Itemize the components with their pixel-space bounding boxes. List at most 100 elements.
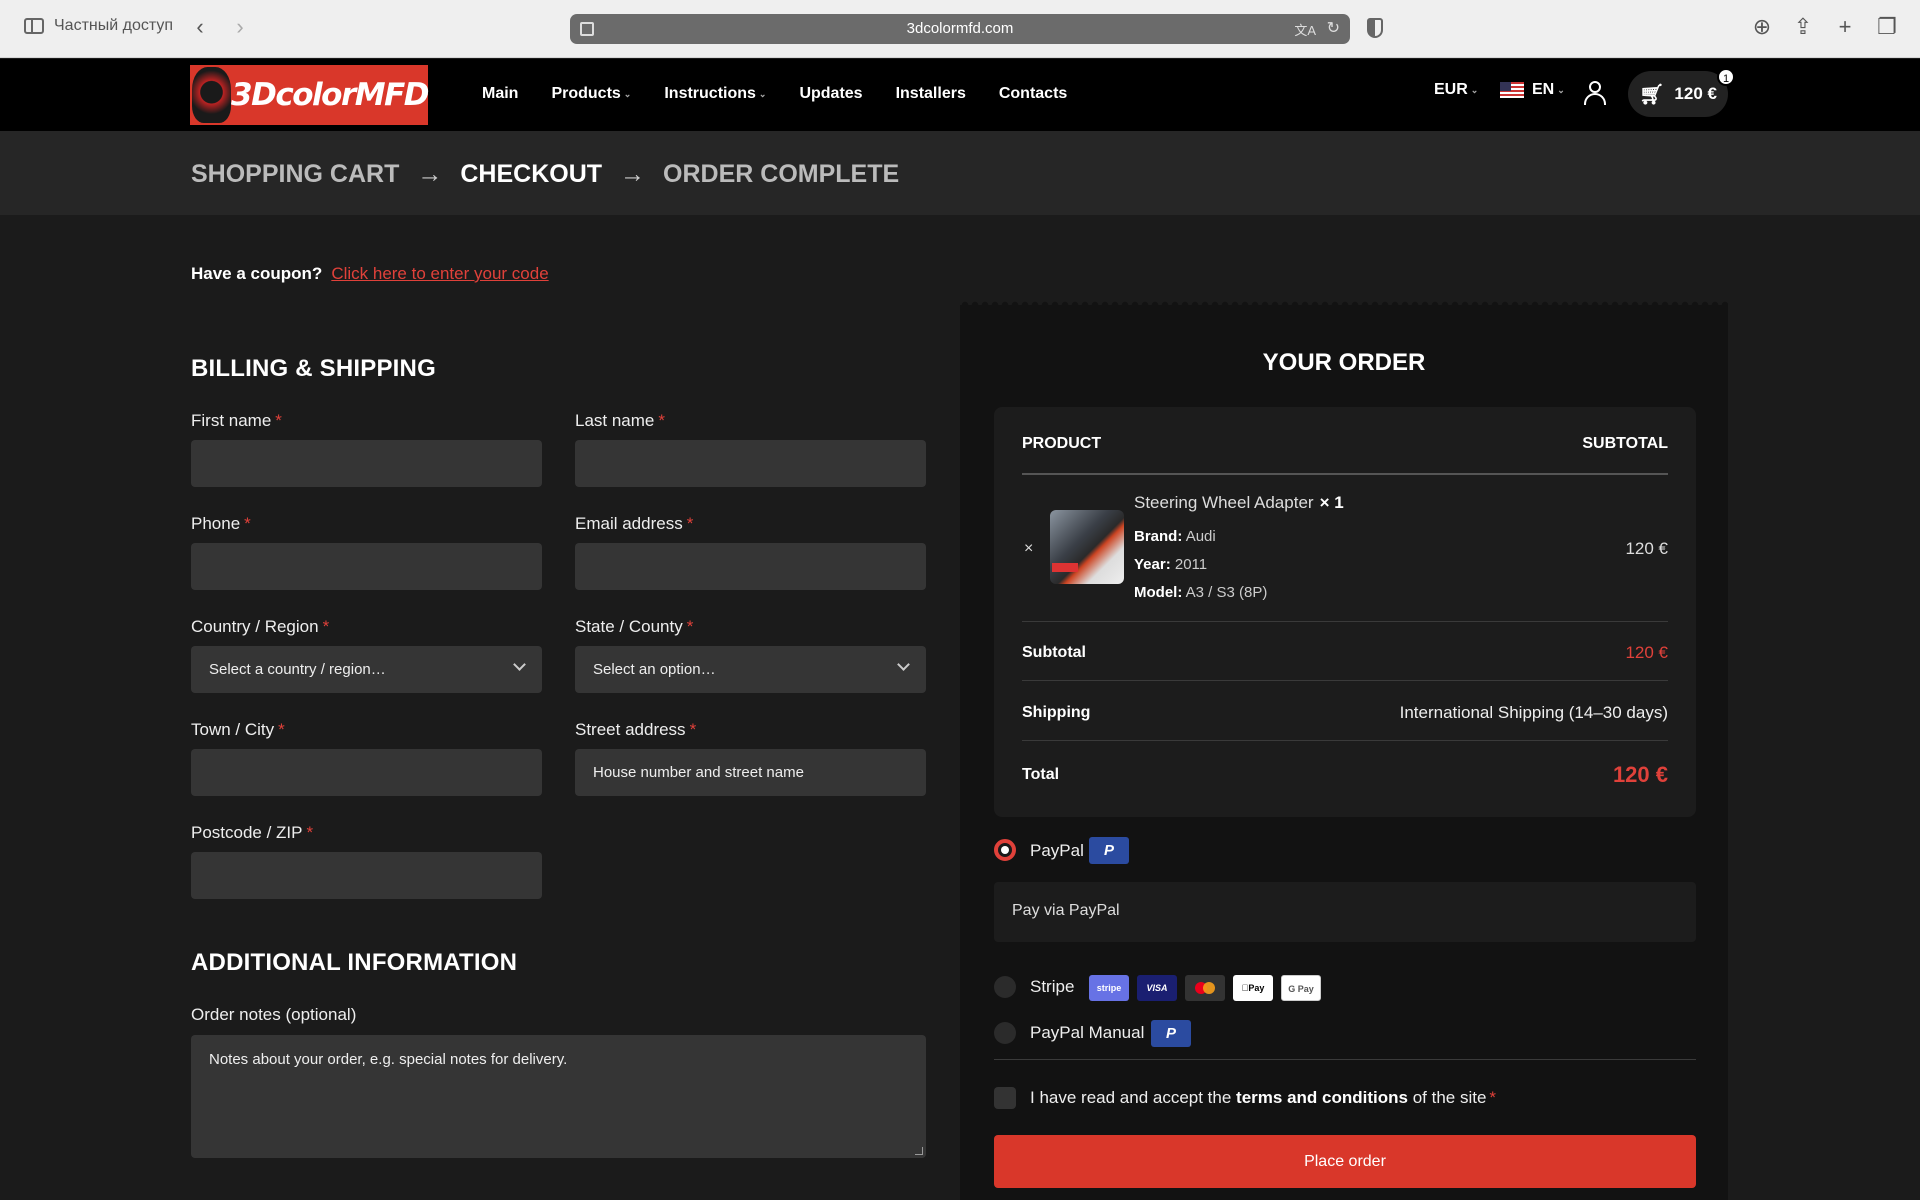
postcode-field[interactable] — [191, 852, 542, 899]
chevron-down-icon: ⌄ — [758, 88, 767, 99]
first-name-field[interactable] — [191, 440, 542, 487]
cart-icon: 🛒︎ — [1639, 83, 1665, 106]
order-review-panel: YOUR ORDER PRODUCT SUBTOTAL × Steering W… — [960, 299, 1728, 1200]
country-select[interactable]: Select a country / region… — [191, 646, 542, 693]
email-label: Email address * — [575, 514, 694, 533]
order-notes-field[interactable]: Notes about your order, e.g. special not… — [191, 1035, 926, 1158]
paypal-manual-radio[interactable] — [994, 1022, 1016, 1044]
forward-icon[interactable]: › — [228, 14, 252, 40]
paypal-description-text: Pay via PayPal — [1012, 902, 1120, 919]
place-order-button[interactable]: Place order — [994, 1135, 1696, 1188]
language-label: EN — [1532, 81, 1555, 98]
back-icon[interactable]: ‹ — [188, 14, 212, 40]
paypal-radio[interactable] — [994, 839, 1016, 861]
state-select[interactable]: Select an option… — [575, 646, 926, 693]
shipping-label: Shipping — [1022, 704, 1091, 721]
share-icon[interactable]: ⇪ — [1790, 14, 1816, 40]
header-divider — [1022, 473, 1668, 475]
us-flag-icon — [1500, 82, 1524, 98]
visa-icon: VISA — [1137, 975, 1177, 1001]
email-field[interactable] — [575, 543, 926, 590]
order-notes-placeholder: Notes about your order, e.g. special not… — [209, 1051, 568, 1068]
country-label: Country / Region * — [191, 617, 330, 636]
nav-updates[interactable]: Updates — [799, 85, 862, 103]
row-divider — [1022, 621, 1668, 622]
reload-icon[interactable]: ↻ — [1327, 18, 1340, 38]
product-name: Steering Wheel Adapter × 1 — [1134, 493, 1344, 513]
country-select-value: Select a country / region… — [209, 661, 386, 678]
subtotal-value: 120 € — [1625, 643, 1668, 662]
apple-pay-icon: Pay — [1233, 975, 1273, 1001]
town-field[interactable] — [191, 749, 542, 796]
paypal-description: Pay via PayPal — [994, 882, 1696, 942]
nav-installers[interactable]: Installers — [896, 85, 966, 103]
account-icon[interactable] — [1584, 81, 1606, 105]
stripe-radio[interactable] — [994, 976, 1016, 998]
translate-icon[interactable]: 文A — [1294, 20, 1316, 39]
cart-total: 120 € — [1674, 84, 1717, 103]
terms-text: I have read and accept the terms and con… — [1030, 1088, 1497, 1107]
download-icon[interactable]: ⊕ — [1749, 14, 1775, 40]
step-order-complete: ORDER COMPLETE — [663, 160, 900, 188]
nav-label: Instructions — [664, 85, 756, 102]
phone-label: Phone * — [191, 514, 251, 533]
step-shopping-cart[interactable]: SHOPPING CART — [191, 160, 399, 189]
privacy-shield-icon[interactable] — [1367, 18, 1383, 38]
terms-link[interactable]: terms and conditions — [1236, 1088, 1408, 1107]
product-model: Model: A3 / S3 (8P) — [1134, 584, 1268, 601]
col-subtotal: SUBTOTAL — [1582, 435, 1668, 452]
paypal-manual-label[interactable]: PayPal Manual — [1030, 1023, 1144, 1043]
language-switcher[interactable]: EN ⌄ — [1500, 81, 1565, 99]
cart-button[interactable]: 🛒︎ 120 € — [1628, 71, 1728, 117]
new-tab-icon[interactable]: + — [1832, 14, 1858, 40]
chevron-down-icon — [897, 658, 910, 671]
arrow-right-icon: → — [620, 160, 646, 188]
resize-handle-icon[interactable] — [915, 1147, 923, 1155]
nav-main[interactable]: Main — [482, 85, 518, 103]
nav-label: Products — [551, 85, 621, 102]
sidebar-icon[interactable] — [24, 18, 44, 34]
step-checkout: CHECKOUT — [460, 160, 603, 188]
nav-contacts[interactable]: Contacts — [999, 85, 1067, 103]
stripe-label[interactable]: Stripe — [1030, 977, 1074, 997]
shipping-value: International Shipping (14–30 days) — [1399, 703, 1668, 722]
coupon-notice: Have a coupon? Click here to enter your … — [191, 264, 549, 284]
nav-instructions[interactable]: Instructions ⌄ — [664, 85, 766, 103]
paypal-icon: P — [1151, 1020, 1191, 1047]
last-name-label: Last name * — [575, 411, 666, 430]
cart-count-badge: 1 — [1717, 68, 1735, 86]
additional-info-title: ADDITIONAL INFORMATION — [191, 949, 518, 976]
product-brand: Brand: Audi — [1134, 528, 1216, 545]
payment-divider — [994, 1059, 1696, 1060]
chevron-down-icon — [513, 658, 526, 671]
product-thumbnail[interactable] — [1050, 510, 1124, 584]
coupon-link[interactable]: Click here to enter your code — [331, 264, 548, 284]
paypal-label[interactable]: PayPal — [1030, 841, 1084, 861]
col-product: PRODUCT — [1022, 435, 1102, 452]
private-browsing-indicator[interactable]: Частный доступ — [24, 17, 173, 35]
currency-label: EUR — [1434, 81, 1468, 98]
remove-item-icon[interactable]: × — [1024, 540, 1033, 558]
mastercard-icon — [1185, 975, 1225, 1001]
nav-label: Installers — [895, 85, 966, 102]
total-label: Total — [1022, 766, 1060, 783]
tab-overview-icon[interactable]: ❐ — [1874, 14, 1900, 40]
street-field[interactable]: House number and street name — [575, 749, 926, 796]
stripe-icon: stripe — [1089, 975, 1129, 1001]
last-name-field[interactable] — [575, 440, 926, 487]
nav-products[interactable]: Products ⌄ — [551, 85, 631, 103]
terms-checkbox[interactable] — [994, 1087, 1016, 1109]
nav-label: Updates — [799, 85, 863, 102]
site-logo[interactable]: 3DcolorMFD — [190, 65, 429, 125]
order-title: YOUR ORDER — [1262, 349, 1426, 376]
address-bar[interactable]: 3dcolormfd.com 文A ↻ — [570, 14, 1350, 44]
phone-field[interactable] — [191, 543, 542, 590]
row-divider — [1022, 680, 1668, 681]
url-text: 3dcolormfd.com — [906, 20, 1014, 37]
site-header: 3DcolorMFD Main Products ⌄ Instructions ⌄ … — [0, 59, 1920, 131]
product-link[interactable]: Steering Wheel Adapter — [1134, 493, 1314, 512]
currency-switcher[interactable]: EUR ⌄ — [1434, 81, 1478, 99]
nav-label: Contacts — [998, 85, 1068, 102]
coupon-question: Have a coupon? — [191, 264, 323, 283]
checkout-steps: SHOPPING CART → CHECKOUT → ORDER COMPLET… — [0, 131, 1920, 215]
